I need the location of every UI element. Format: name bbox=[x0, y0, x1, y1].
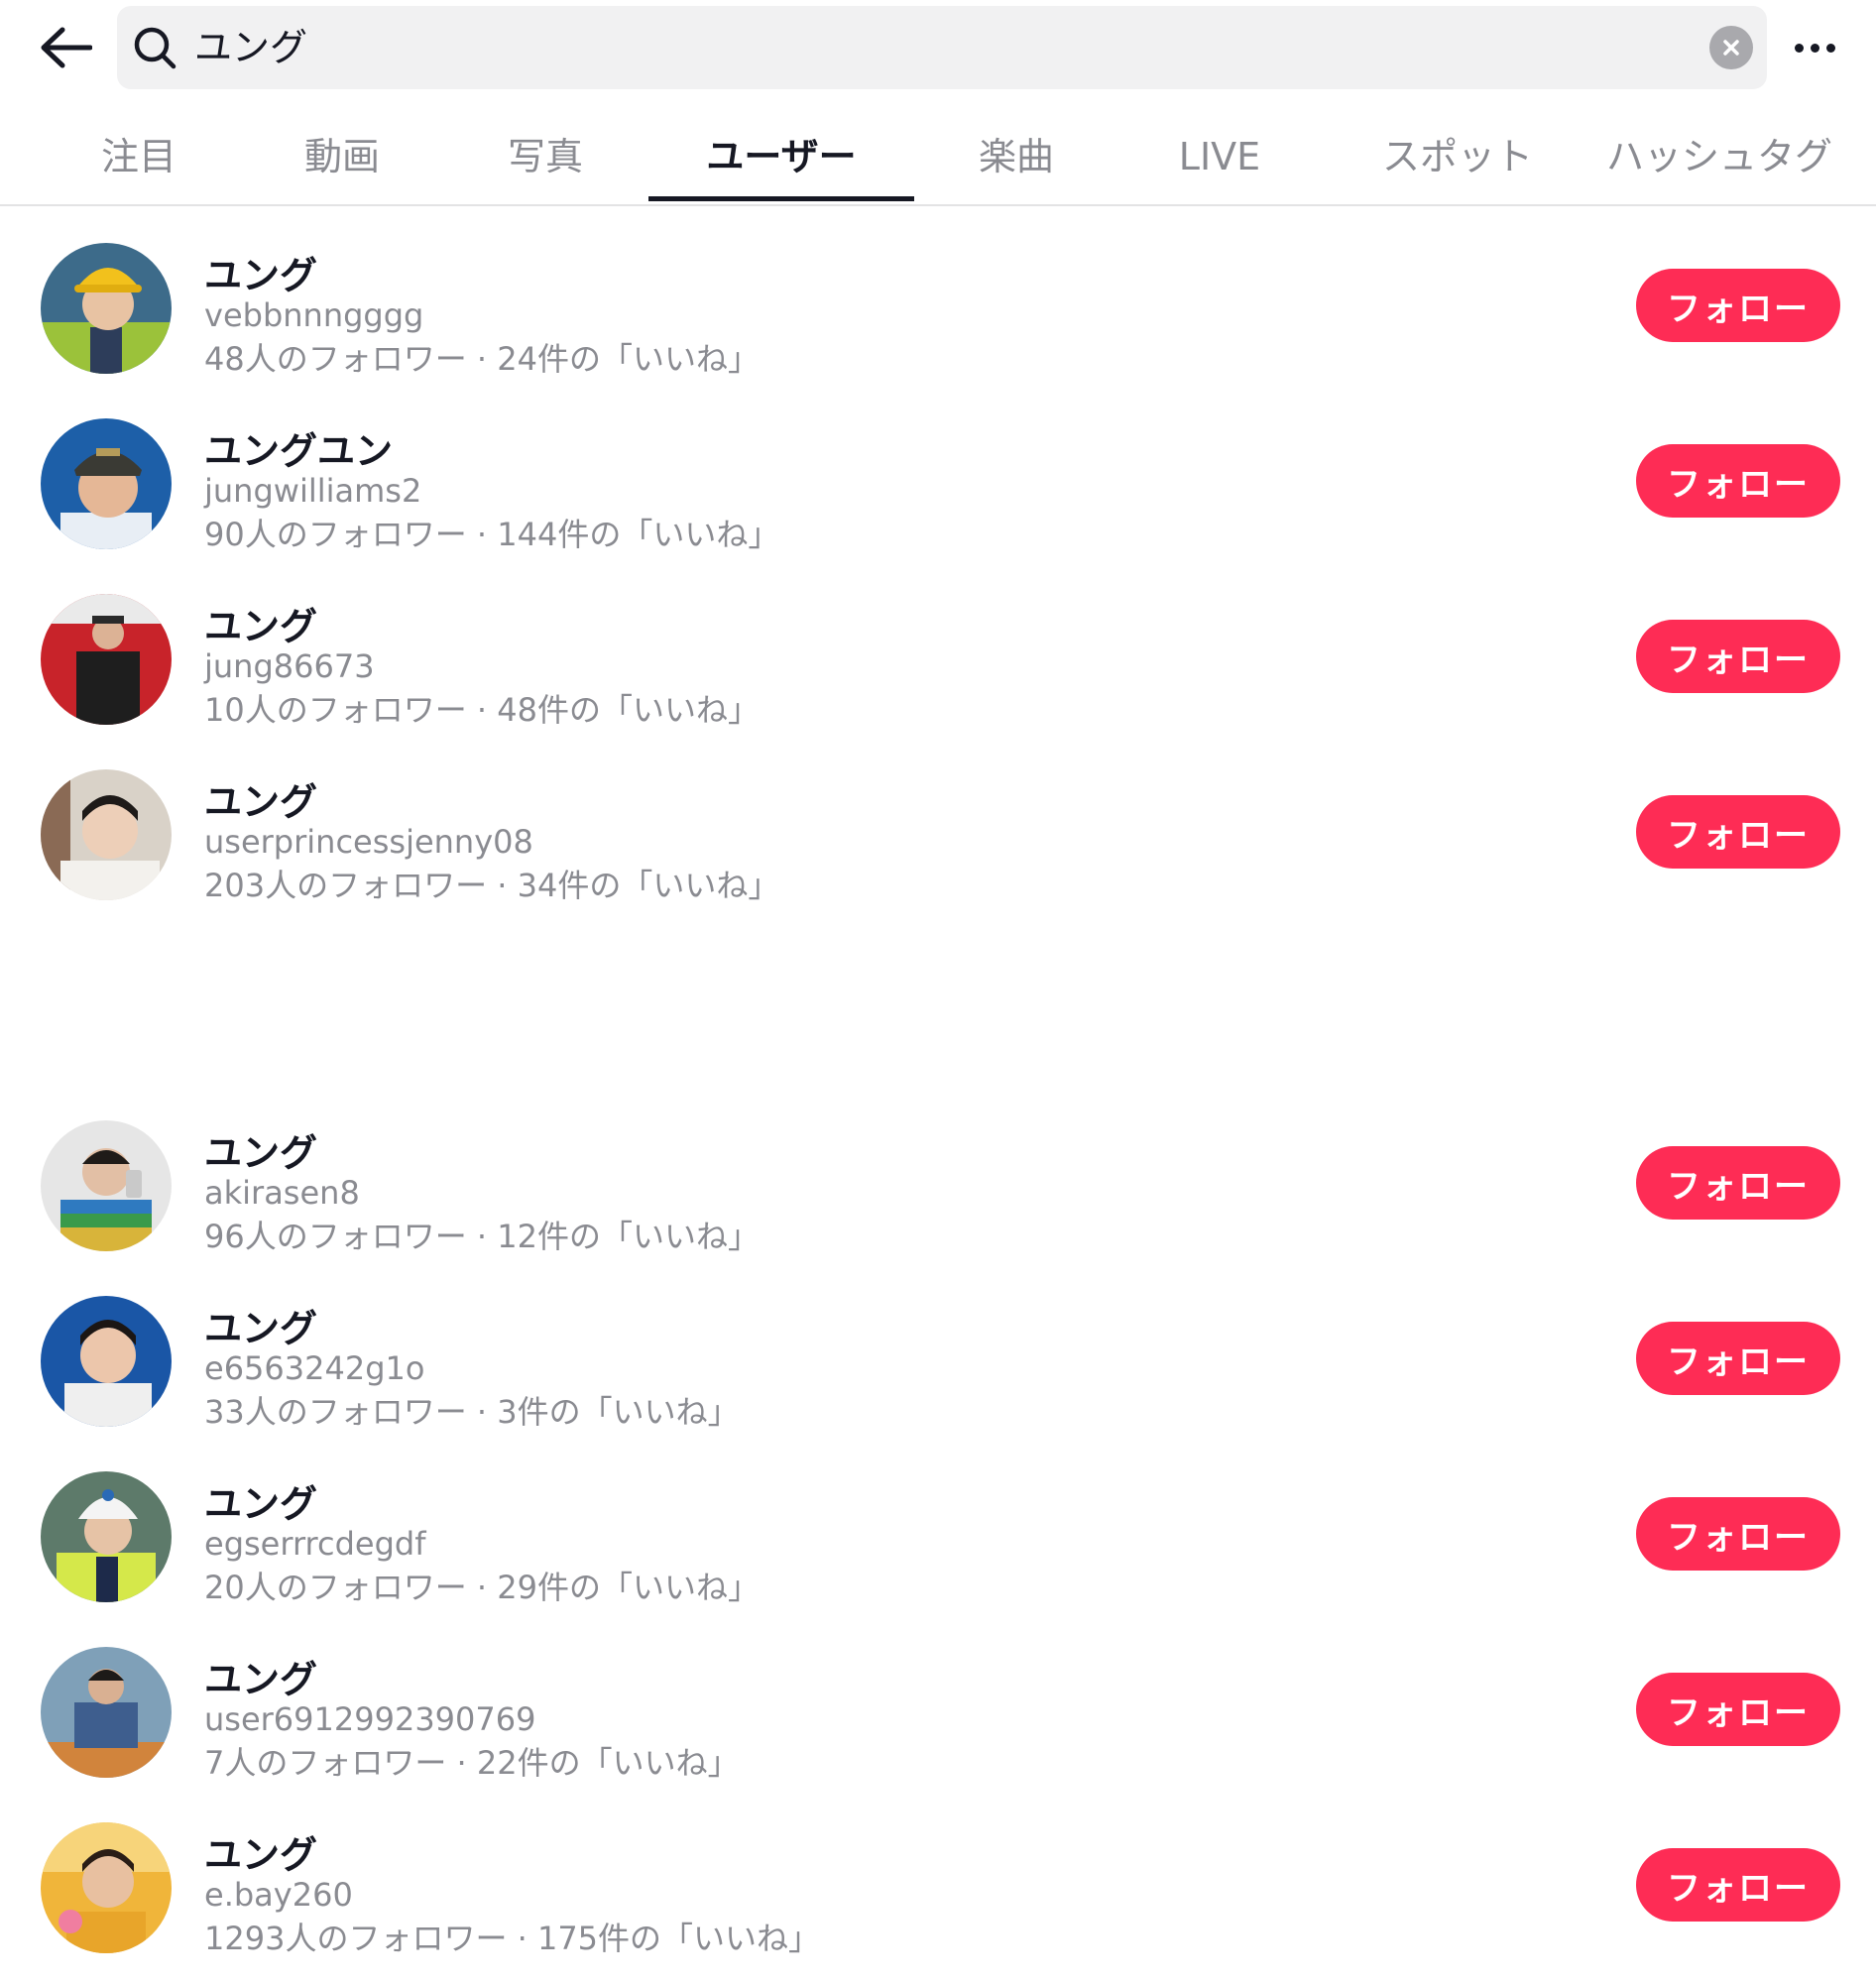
user-stats: 203人のフォロワー · 34件の「いいね」 bbox=[204, 867, 780, 904]
tab-photos[interactable]: 写真 bbox=[486, 117, 605, 202]
avatar[interactable] bbox=[41, 1647, 172, 1778]
user-stats: 90人のフォロワー · 144件の「いいね」 bbox=[204, 516, 780, 553]
follow-button[interactable]: フォロー bbox=[1636, 795, 1840, 869]
user-stats: 10人のフォロワー · 48件の「いいね」 bbox=[204, 691, 760, 729]
close-icon bbox=[1723, 40, 1739, 56]
avatar[interactable] bbox=[41, 1471, 172, 1602]
tab-users[interactable]: ユーザー bbox=[648, 117, 914, 202]
user-stats: 1293人のフォロワー · 175件の「いいね」 bbox=[204, 1920, 821, 1957]
user-name: ユング bbox=[204, 1833, 318, 1877]
avatar[interactable] bbox=[41, 594, 172, 725]
user-name: ユングユン bbox=[204, 429, 394, 473]
tab-spots[interactable]: スポット bbox=[1378, 117, 1537, 202]
user-handle: jungwilliams2 bbox=[204, 472, 422, 510]
follow-button[interactable]: フォロー bbox=[1636, 1146, 1840, 1220]
user-handle: vebbnnngggg bbox=[204, 296, 424, 334]
user-handle: user6912992390769 bbox=[204, 1700, 536, 1738]
user-name: ユング bbox=[204, 605, 318, 648]
follow-button[interactable]: フォロー bbox=[1636, 269, 1840, 342]
user-list-item[interactable]: ユング vebbnnngggg 48人のフォロワー · 24件の「いいね」 フォ… bbox=[0, 243, 1876, 402]
tab-videos[interactable]: 動画 bbox=[283, 117, 402, 202]
follow-button[interactable]: フォロー bbox=[1636, 1497, 1840, 1571]
follow-button[interactable]: フォロー bbox=[1636, 1673, 1840, 1746]
user-name: ユング bbox=[204, 780, 318, 824]
avatar[interactable] bbox=[41, 243, 172, 374]
follow-button[interactable]: フォロー bbox=[1636, 444, 1840, 518]
search-icon bbox=[134, 27, 176, 69]
tab-music[interactable]: 楽曲 bbox=[957, 117, 1076, 202]
back-button[interactable] bbox=[36, 18, 95, 77]
user-list-item[interactable]: ユング egserrrcdegdf 20人のフォロワー · 29件の「いいね」 … bbox=[0, 1471, 1876, 1630]
follow-button[interactable]: フォロー bbox=[1636, 1322, 1840, 1395]
avatar[interactable] bbox=[41, 1822, 172, 1953]
avatar[interactable] bbox=[41, 418, 172, 549]
user-stats: 96人のフォロワー · 12件の「いいね」 bbox=[204, 1218, 760, 1255]
user-name: ユング bbox=[204, 1482, 318, 1526]
user-list-item[interactable]: ユングユン jungwilliams2 90人のフォロワー · 144件の「いい… bbox=[0, 418, 1876, 577]
avatar[interactable] bbox=[41, 1296, 172, 1427]
tab-top[interactable]: 注目 bbox=[79, 117, 198, 202]
user-handle: e.bay260 bbox=[204, 1876, 353, 1914]
search-box[interactable] bbox=[117, 6, 1767, 89]
more-dot-icon bbox=[1810, 43, 1819, 53]
user-name: ユング bbox=[204, 1131, 318, 1175]
avatar[interactable] bbox=[41, 1120, 172, 1251]
user-stats: 20人のフォロワー · 29件の「いいね」 bbox=[204, 1569, 760, 1606]
follow-button[interactable]: フォロー bbox=[1636, 1848, 1840, 1922]
user-handle: jung86673 bbox=[204, 647, 375, 685]
user-handle: e6563242g1o bbox=[204, 1349, 425, 1387]
clear-search-button[interactable] bbox=[1709, 26, 1753, 69]
search-header bbox=[0, 0, 1876, 99]
user-list-item[interactable]: ユング e6563242g1o 33人のフォロワー · 3件の「いいね」 フォロ… bbox=[0, 1296, 1876, 1455]
user-handle: egserrrcdegdf bbox=[204, 1525, 426, 1563]
user-list-item[interactable]: ユング e.bay260 1293人のフォロワー · 175件の「いいね」 フォ… bbox=[0, 1822, 1876, 1981]
more-dot-icon bbox=[1794, 43, 1804, 53]
user-name: ユング bbox=[204, 1658, 318, 1701]
user-list-item[interactable]: ユング user6912992390769 7人のフォロワー · 22件の「いい… bbox=[0, 1647, 1876, 1806]
user-name: ユング bbox=[204, 1307, 318, 1350]
user-stats: 33人のフォロワー · 3件の「いいね」 bbox=[204, 1393, 740, 1431]
tab-live[interactable]: LIVE bbox=[1160, 117, 1279, 202]
follow-button[interactable]: フォロー bbox=[1636, 620, 1840, 693]
active-tab-indicator bbox=[648, 196, 914, 201]
avatar[interactable] bbox=[41, 769, 172, 900]
tab-hashtags[interactable]: ハッシュタグ bbox=[1606, 117, 1832, 202]
user-list-item[interactable]: ユング jung86673 10人のフォロワー · 48件の「いいね」 フォロー bbox=[0, 594, 1876, 753]
more-options-button[interactable] bbox=[1785, 22, 1844, 73]
user-list-item[interactable]: ユング userprincessjenny08 203人のフォロワー · 34件… bbox=[0, 769, 1876, 928]
user-handle: userprincessjenny08 bbox=[204, 823, 533, 861]
search-input[interactable] bbox=[194, 6, 1583, 89]
user-name: ユング bbox=[204, 254, 318, 297]
user-stats: 7人のフォロワー · 22件の「いいね」 bbox=[204, 1744, 740, 1782]
search-tabs: 注目 動画 写真 ユーザー 楽曲 LIVE スポット ハッシュタグ bbox=[0, 117, 1876, 206]
more-dot-icon bbox=[1825, 43, 1835, 53]
user-list-item[interactable]: ユング akirasen8 96人のフォロワー · 12件の「いいね」 フォロー bbox=[0, 1120, 1876, 1279]
arrow-left-icon bbox=[41, 27, 92, 68]
user-handle: akirasen8 bbox=[204, 1174, 360, 1212]
user-stats: 48人のフォロワー · 24件の「いいね」 bbox=[204, 340, 760, 378]
